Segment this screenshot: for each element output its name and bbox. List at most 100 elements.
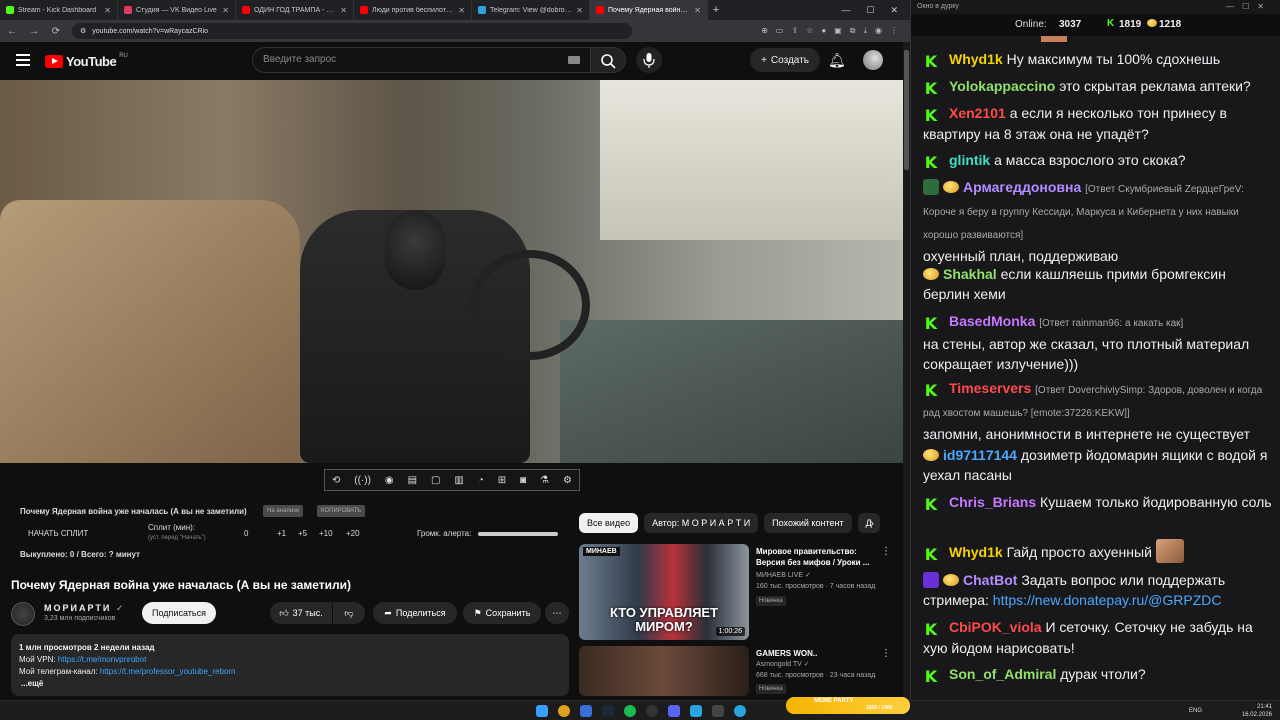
related-channel[interactable]: МИНАЕВ LIVE ✓ — [756, 571, 811, 579]
app-icon[interactable] — [690, 705, 702, 717]
clock-time[interactable]: 21:41 — [1242, 703, 1272, 711]
obs-icon[interactable] — [646, 705, 658, 717]
audio-wave-icon[interactable]: ((·)) — [354, 475, 371, 486]
channel-avatar[interactable] — [11, 602, 35, 626]
hamburger-menu-icon[interactable] — [16, 54, 30, 66]
add-screen-icon[interactable]: ⊞ — [498, 475, 506, 486]
download-icon[interactable]: ⤓ — [863, 26, 867, 36]
filter-chip-more[interactable]: Д — [857, 513, 880, 533]
steam-icon[interactable] — [602, 705, 614, 717]
scrollbar-thumb[interactable] — [904, 50, 909, 170]
new-tab-button[interactable]: + — [708, 4, 724, 16]
split-add-10-button[interactable]: +10 — [319, 529, 333, 538]
share-icon[interactable]: ⇪ — [791, 26, 798, 36]
minimize-icon[interactable]: — — [841, 5, 850, 16]
tab-telegram[interactable]: Telegram: View @dobro_2ch ✕ — [472, 0, 590, 20]
tab-youtube-trump[interactable]: ОДИН ГОД ТРАМПА - YouTube✕ — [236, 0, 354, 20]
split-add-5-button[interactable]: +5 — [298, 529, 307, 538]
extension-icon[interactable]: ● — [821, 26, 826, 36]
search-input[interactable]: Введите запрос — [252, 47, 592, 73]
maximize-icon[interactable]: ☐ — [866, 5, 874, 16]
close-icon[interactable]: ✕ — [458, 6, 465, 15]
save-button[interactable]: ⚑ Сохранить — [463, 602, 541, 624]
back-icon[interactable]: ← — [6, 26, 18, 37]
reload-icon[interactable]: ⟳ — [50, 26, 62, 37]
related-video-item[interactable]: GAMERS WON.. Asmongold TV ✓ 668 тыс. про… — [579, 646, 891, 696]
tab-kick-dashboard[interactable]: Stream - Kick Dashboard ✕ — [0, 0, 118, 20]
start-split-button[interactable]: НАЧАТЬ СПЛИТ — [28, 529, 88, 538]
loop-icon[interactable]: ⟲ — [332, 475, 340, 486]
zoom-icon[interactable]: ⊕ — [761, 26, 768, 36]
chevron-right-icon[interactable]: › — [870, 516, 874, 530]
related-channel[interactable]: Asmongold TV ✓ — [756, 660, 810, 668]
voice-search-button[interactable] — [636, 47, 662, 73]
chrome-icon[interactable] — [558, 705, 570, 717]
copy-button[interactable]: КОПИРОВАТЬ — [317, 505, 366, 517]
related-title[interactable]: GAMERS WON.. — [756, 648, 876, 659]
subscribe-button[interactable]: Подписаться — [142, 602, 216, 624]
windows-start-icon[interactable] — [536, 705, 548, 717]
clapper-icon[interactable]: ▤ — [408, 475, 417, 486]
like-button[interactable]: 👍︎ 37 тыс. — [270, 602, 332, 624]
extension-icon[interactable]: ▣ — [834, 26, 842, 36]
account-avatar[interactable] — [863, 50, 883, 70]
telegram-icon[interactable] — [734, 705, 746, 717]
browser-menu-icon[interactable]: ⋮ — [890, 26, 898, 36]
eye-icon[interactable]: ◉ — [385, 475, 394, 486]
close-window-icon[interactable]: ✕ — [890, 5, 898, 16]
site-info-icon[interactable]: ⚙ — [80, 27, 86, 35]
related-title[interactable]: Мировое правительство: Версия без мифов … — [756, 546, 876, 568]
tab-vk-studio[interactable]: Студия — VK Видео Live ✕ — [118, 0, 236, 20]
bookmark-star-icon[interactable]: ☆ — [806, 26, 813, 36]
cast-icon[interactable]: ▭ — [776, 26, 784, 36]
tab-youtube-drones[interactable]: Люди против беспилотник сем✕ — [354, 0, 472, 20]
video-description[interactable]: 1 млн просмотров 2 недели назад Мой VPN:… — [11, 634, 569, 696]
create-button[interactable]: + Создать — [750, 48, 820, 72]
chat-window-controls[interactable]: —☐✕ — [1226, 2, 1272, 11]
camera-icon[interactable]: ◙ — [520, 475, 526, 486]
page-scrollbar[interactable] — [903, 42, 910, 700]
related-video-item[interactable]: МИНАЕВ КТО УПРАВЛЯЕТ МИРОМ? 1:00:26 Миро… — [579, 544, 891, 640]
language-indicator[interactable]: ENG — [1189, 707, 1202, 715]
frame-icon[interactable]: ▢ — [431, 475, 440, 486]
split-add-20-button[interactable]: +20 — [346, 529, 360, 538]
tab-youtube-active[interactable]: Почему Ядерная война уже ✕ — [590, 0, 708, 20]
close-icon[interactable]: ✕ — [222, 6, 229, 15]
telegram-link[interactable]: https://t.me/professor_youtube_reborn — [100, 667, 236, 676]
description-more-button[interactable]: ...ещё — [19, 678, 561, 690]
youtube-logo[interactable]: YouTube RU — [45, 53, 128, 69]
app-icon[interactable] — [712, 705, 724, 717]
spotify-icon[interactable] — [624, 705, 636, 717]
url-field[interactable]: ⚙ youtube.com/watch?v=wRaycazCRio — [72, 23, 632, 39]
split-add-1-button[interactable]: +1 — [277, 529, 286, 538]
share-button[interactable]: ➦ Поделиться — [373, 602, 457, 624]
keyboard-icon[interactable] — [568, 56, 580, 64]
close-icon[interactable]: ✕ — [694, 6, 701, 15]
filter-chip-author[interactable]: Автор: М О Р И А Р Т И — [644, 513, 759, 533]
channel-name[interactable]: МОРИАРТИ ✓ — [44, 603, 123, 614]
alert-volume-slider[interactable] — [478, 532, 558, 536]
file-explorer-icon[interactable] — [580, 705, 592, 717]
filter-chip-all[interactable]: Все видео — [579, 513, 639, 533]
related-thumbnail[interactable]: МИНАЕВ КТО УПРАВЛЯЕТ МИРОМ? 1:00:26 — [579, 544, 749, 640]
vpn-link[interactable]: https://t.me/monvpnrobot — [58, 655, 147, 664]
more-vertical-icon[interactable]: ⋮ — [881, 648, 891, 659]
forward-icon[interactable]: → — [28, 26, 40, 37]
clock-date[interactable]: 16.02.2026 — [1242, 711, 1272, 719]
dislike-button[interactable]: 👎︎ — [333, 602, 365, 624]
film-icon[interactable]: ▥ — [454, 475, 463, 486]
close-icon[interactable]: ✕ — [576, 6, 583, 15]
more-actions-button[interactable]: ⋯ — [545, 602, 569, 624]
search-button[interactable] — [590, 47, 626, 73]
extensions-puzzle-icon[interactable]: ⧉ — [850, 26, 856, 36]
more-vertical-icon[interactable]: ⋮ — [881, 546, 891, 557]
flask-icon[interactable]: ⚗ — [540, 475, 549, 486]
related-thumbnail[interactable] — [579, 646, 749, 696]
notifications-bell-icon[interactable]: 🔔︎ — [828, 52, 846, 69]
filter-chip-similar[interactable]: Похожий контент — [764, 513, 852, 533]
split-value-0[interactable]: 0 — [244, 529, 248, 538]
close-icon[interactable]: ✕ — [104, 6, 111, 15]
discord-icon[interactable] — [668, 705, 680, 717]
profile-icon[interactable]: ◉ — [875, 26, 882, 36]
settings-gear-icon[interactable]: ⚙ — [563, 475, 572, 486]
